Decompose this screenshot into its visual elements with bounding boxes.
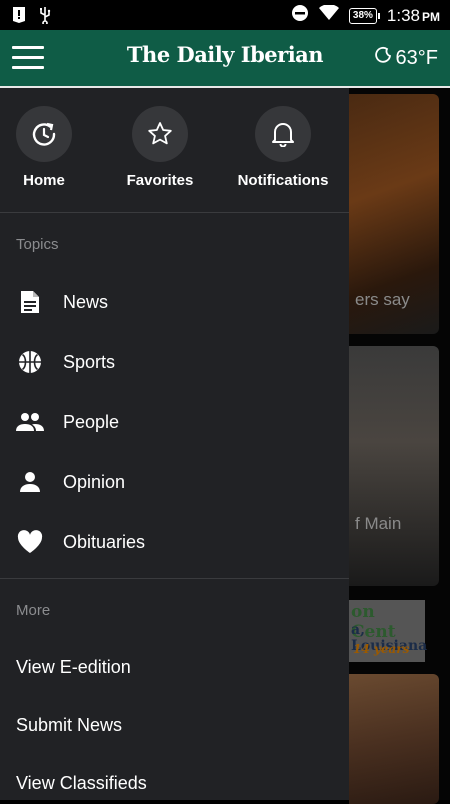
person-icon (16, 468, 44, 496)
temperature: 63°F (395, 46, 438, 69)
app-bar: The Daily Iberian 63°F (0, 30, 450, 88)
more-header: More (16, 602, 51, 619)
sidebar-item-label: News (63, 291, 109, 312)
sidebar-item-label: Sports (63, 351, 116, 372)
people-icon (16, 408, 44, 436)
view-e-edition-link[interactable]: View E-edition (16, 657, 131, 678)
view-classifieds-link[interactable]: View Classifieds (16, 773, 147, 794)
home-refresh-icon (16, 106, 72, 162)
usb-icon (38, 6, 52, 29)
bell-icon (255, 106, 311, 162)
article-card[interactable]: ers say (349, 94, 439, 334)
notifications-button[interactable]: Notifications (228, 106, 338, 189)
weather-widget[interactable]: 63°F (374, 46, 438, 70)
do-not-disturb-icon (291, 4, 309, 27)
sidebar-item-label: Opinion (63, 471, 126, 492)
moon-icon (374, 46, 392, 70)
alert-icon (12, 6, 26, 29)
navigation-drawer: Home Favorites Notifications Topics News… (0, 88, 349, 800)
advertisement-banner[interactable]: on Cent a, Louisiana 14 years (349, 600, 427, 662)
quick-actions: Home Favorites Notifications (0, 106, 349, 196)
sidebar-item-news[interactable]: News (0, 277, 349, 327)
notifications-label: Notifications (237, 172, 329, 189)
home-label: Home (23, 172, 65, 189)
sidebar-item-opinion[interactable]: Opinion (0, 457, 349, 507)
article-feed: ers say f Main on Cent a, Louisiana 14 y… (349, 88, 450, 804)
sidebar-item-label: Obituaries (63, 531, 146, 552)
clock: 1:38 PM (386, 5, 440, 25)
home-button[interactable]: Home (0, 106, 99, 189)
sidebar-item-sports[interactable]: Sports (0, 337, 349, 387)
article-card[interactable] (349, 674, 439, 804)
sidebar-item-label: People (63, 411, 120, 432)
sidebar-item-people[interactable]: People (0, 397, 349, 447)
star-icon (132, 106, 188, 162)
status-bar: 38% 1:38 PM (0, 0, 450, 30)
divider (0, 578, 349, 579)
heart-icon (16, 528, 44, 556)
basketball-icon (16, 348, 44, 376)
document-icon (16, 288, 44, 316)
submit-news-link[interactable]: Submit News (16, 715, 122, 736)
article-caption: f Main (355, 514, 402, 533)
topics-header: Topics (16, 236, 59, 253)
article-caption: ers say (355, 290, 410, 309)
sidebar-item-obituaries[interactable]: Obituaries (0, 517, 349, 567)
article-card[interactable]: f Main (349, 346, 439, 586)
favorites-label: Favorites (126, 172, 194, 189)
divider (0, 212, 349, 213)
favorites-button[interactable]: Favorites (105, 106, 215, 189)
battery-indicator: 38% (348, 7, 380, 24)
wifi-icon (318, 4, 339, 26)
